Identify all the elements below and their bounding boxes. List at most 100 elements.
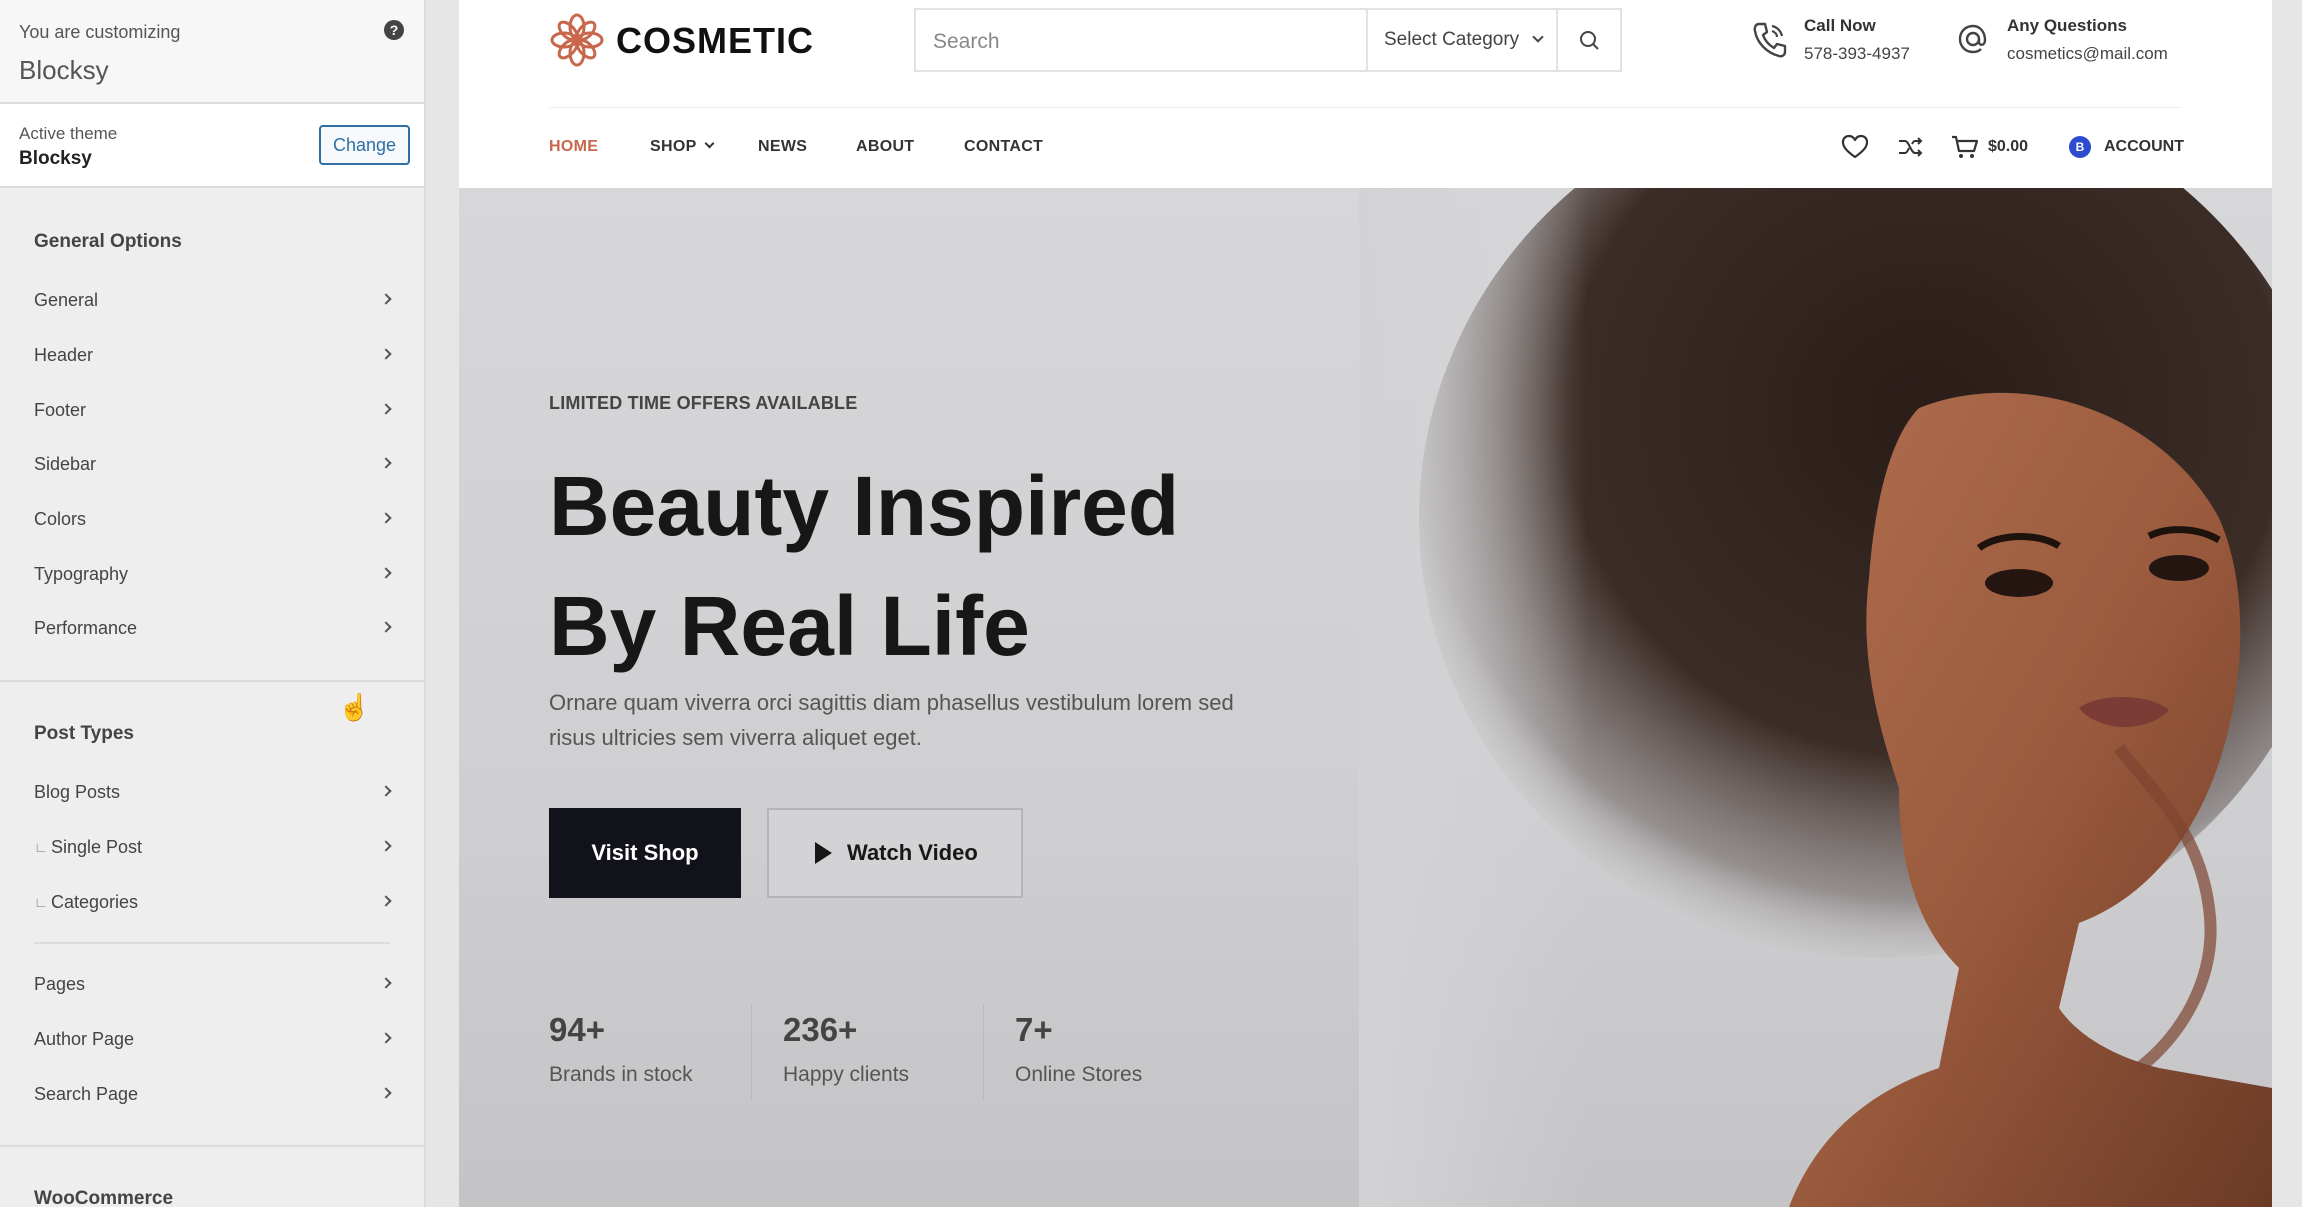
visit-shop-button[interactable]: Visit Shop [549, 808, 741, 898]
compare-shuffle-icon[interactable] [1897, 135, 1923, 159]
category-select-label: Select Category [1384, 29, 1520, 50]
nav-contact[interactable]: CONTACT [964, 138, 1043, 156]
search-input[interactable]: Search [933, 30, 1000, 54]
header-divider [549, 107, 2181, 108]
any-questions-email: cosmetics@mail.com [2007, 44, 2168, 63]
chevron-down-icon [1532, 31, 1544, 43]
hero-headline: Beauty Inspired By Real Life [549, 446, 1309, 686]
wishlist-heart-icon[interactable] [1841, 134, 1869, 160]
nav-shop[interactable]: SHOP [650, 138, 714, 156]
cz-item-label: Single Post [51, 837, 143, 857]
play-icon [815, 842, 832, 864]
cz-item-label: Pages [34, 974, 86, 994]
stat-label: Happy clients [783, 1063, 910, 1086]
chevron-right-icon [380, 621, 392, 633]
chevron-right-icon [380, 785, 392, 797]
change-theme-button[interactable]: Change [319, 125, 410, 165]
customizer-title: Blocksy [19, 55, 109, 85]
cz-item-general[interactable]: General [34, 280, 392, 320]
cz-item-search-page[interactable]: Search Page [34, 1074, 392, 1114]
preview-gutter [426, 0, 459, 1207]
cz-item-typography[interactable]: Typography [34, 554, 392, 594]
stat-brands: 94+ Brands in stock [549, 1011, 693, 1087]
site-preview: COSMETIC Search Select Category Call Now [459, 0, 2272, 1207]
cz-item-author-page[interactable]: Author Page [34, 1019, 392, 1059]
customizer-panel: You are customizing Blocksy ? Active the… [0, 0, 426, 1207]
account-avatar[interactable]: B [2069, 136, 2091, 158]
active-theme-panel: Active theme Blocksy Change [0, 104, 424, 188]
chevron-right-icon [380, 840, 392, 852]
tree-branch-icon: ∟ [34, 839, 48, 855]
cz-item-footer[interactable]: Footer [34, 390, 392, 430]
account-link[interactable]: ACCOUNT [2104, 138, 2184, 156]
hero-headline-line-2: By Real Life [549, 579, 1030, 673]
help-icon[interactable]: ? [384, 20, 404, 40]
hero-lead: Ornare quam viverra orci sagittis diam p… [549, 690, 1234, 750]
chevron-right-icon [380, 512, 392, 524]
nav-news[interactable]: NEWS [758, 138, 807, 156]
tree-branch-icon: ∟ [34, 894, 48, 910]
cz-item-categories[interactable]: ∟ Categories [34, 882, 392, 922]
search-icon [1580, 31, 1599, 50]
search-button[interactable] [1556, 10, 1620, 70]
hero-section: LIMITED TIME OFFERS AVAILABLE Beauty Ins… [459, 188, 2272, 1207]
at-sign-icon [1958, 24, 1987, 54]
woocommerce-heading[interactable]: WooCommerce [34, 1188, 173, 1207]
nav-about[interactable]: ABOUT [856, 138, 914, 156]
cz-item-performance[interactable]: Performance [34, 608, 392, 648]
chevron-right-icon [380, 293, 392, 305]
chevron-right-icon [380, 403, 392, 415]
category-select[interactable]: Select Category [1366, 10, 1558, 70]
hero-eyebrow: LIMITED TIME OFFERS AVAILABLE [549, 393, 858, 413]
chevron-right-icon [380, 457, 392, 469]
stat-label: Brands in stock [549, 1063, 693, 1086]
chevron-right-icon [380, 348, 392, 360]
cz-item-pages[interactable]: Pages [34, 964, 392, 1004]
cz-item-label: Footer [34, 400, 87, 420]
phone-icon [1753, 22, 1787, 58]
search-bar: Search Select Category [914, 8, 1622, 72]
customizer-header: You are customizing Blocksy ? [0, 0, 424, 104]
cz-item-label: Author Page [34, 1029, 135, 1049]
stat-number: 94+ [549, 1011, 605, 1048]
post-types-heading: Post Types [34, 723, 134, 744]
stat-stores: 7+ Online Stores [1015, 1011, 1142, 1087]
stat-number: 7+ [1015, 1011, 1053, 1048]
cz-item-sidebar[interactable]: Sidebar [34, 444, 392, 484]
cart-icon[interactable] [1951, 134, 1979, 160]
cz-item-label: Sidebar [34, 454, 97, 474]
nav-home[interactable]: HOME [549, 138, 598, 156]
any-questions-title: Any Questions [2007, 16, 2127, 35]
cz-item-label: Colors [34, 509, 87, 529]
cz-item-label: Blog Posts [34, 782, 121, 802]
stat-divider [983, 1005, 984, 1100]
watch-video-button[interactable]: Watch Video [767, 808, 1023, 898]
chevron-right-icon [380, 1087, 392, 1099]
cz-item-header[interactable]: Header [34, 335, 392, 375]
cz-item-single-post[interactable]: ∟ Single Post [34, 827, 392, 867]
preview-gutter-right [2272, 0, 2302, 1207]
group-divider [34, 942, 390, 944]
stat-divider [751, 1005, 752, 1100]
cz-item-label: Typography [34, 564, 129, 584]
hero-headline-line-1: Beauty Inspired [549, 459, 1180, 553]
section-divider [0, 680, 424, 682]
cz-item-blog-posts[interactable]: Blog Posts [34, 772, 392, 812]
chevron-down-icon [704, 138, 714, 149]
stat-clients: 236+ Happy clients [783, 1011, 909, 1087]
cz-item-colors[interactable]: Colors [34, 499, 392, 539]
chevron-right-icon [380, 895, 392, 907]
section-divider [0, 1145, 424, 1147]
brand-name: COSMETIC [616, 20, 815, 61]
nav-shop-label: SHOP [650, 138, 697, 155]
watch-video-label: Watch Video [847, 840, 978, 865]
cz-item-label: Categories [51, 892, 139, 912]
hand-cursor-icon: ☝ [338, 692, 371, 722]
flower-logo-icon [550, 13, 604, 67]
cart-total[interactable]: $0.00 [1988, 138, 2028, 156]
hero-model-photo [1359, 188, 2272, 1207]
chevron-right-icon [380, 977, 392, 989]
stat-label: Online Stores [1015, 1063, 1143, 1086]
chevron-right-icon [380, 1032, 392, 1044]
call-now-title: Call Now [1804, 16, 1876, 35]
